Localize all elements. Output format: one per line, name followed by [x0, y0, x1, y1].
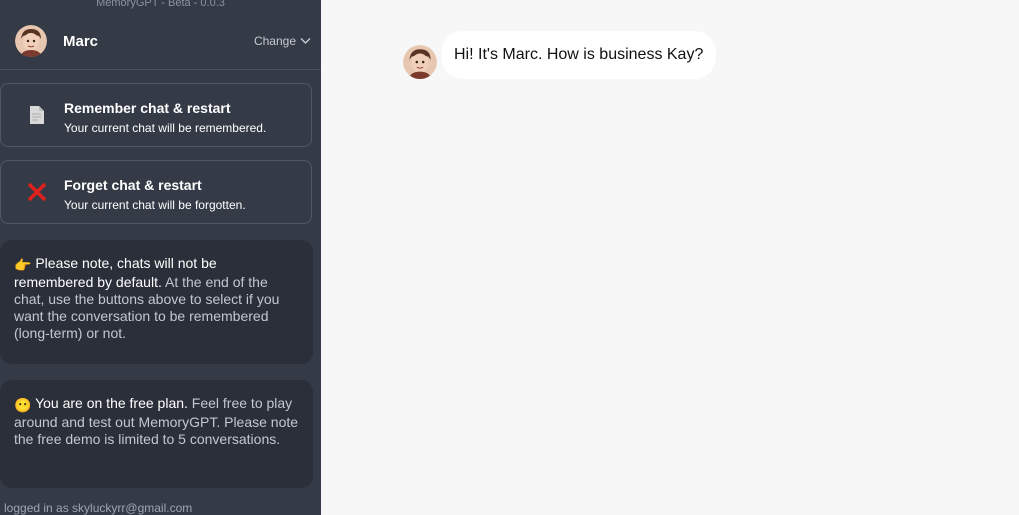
avatar [15, 25, 47, 57]
remember-subtitle: Your current chat will be remembered. [64, 121, 267, 135]
red-x-icon [27, 181, 47, 203]
chevron-down-icon [300, 34, 311, 48]
chat-message: Hi! It's Marc. How is business Kay? [403, 31, 717, 79]
app-version-label: MemoryGPT - Beta - 0.0.3 [96, 0, 225, 9]
forget-subtitle: Your current chat will be forgotten. [64, 198, 246, 212]
pointing-hand-icon: 👉 [14, 257, 32, 273]
change-profile-button[interactable]: Change [254, 34, 311, 48]
document-icon [27, 104, 47, 126]
face-icon: 😶 [14, 397, 32, 413]
change-label: Change [253, 34, 296, 48]
chat-area: Hi! It's Marc. How is business Kay? [321, 0, 1019, 515]
message-bubble: Hi! It's Marc. How is business Kay? [441, 31, 717, 79]
default-memory-note: 👉 Please note, chats will not be remembe… [0, 240, 313, 364]
sidebar: MemoryGPT - Beta - 0.0.3 Marc Change Rem… [0, 0, 321, 515]
avatar [403, 45, 437, 79]
forget-title: Forget chat & restart [64, 177, 202, 193]
remember-chat-button[interactable]: Remember chat & restart Your current cha… [0, 83, 312, 147]
logged-in-label: logged in as skyluckyrr@gmail.com [4, 501, 193, 515]
remember-title: Remember chat & restart [64, 100, 231, 116]
profile-header: Marc Change [0, 20, 321, 70]
plan-strong-text: You are on the free plan. [35, 395, 188, 411]
free-plan-note: 😶 You are on the free plan. Feel free to… [0, 380, 313, 488]
profile-name: Marc [63, 33, 99, 50]
forget-chat-button[interactable]: Forget chat & restart Your current chat … [0, 160, 312, 224]
